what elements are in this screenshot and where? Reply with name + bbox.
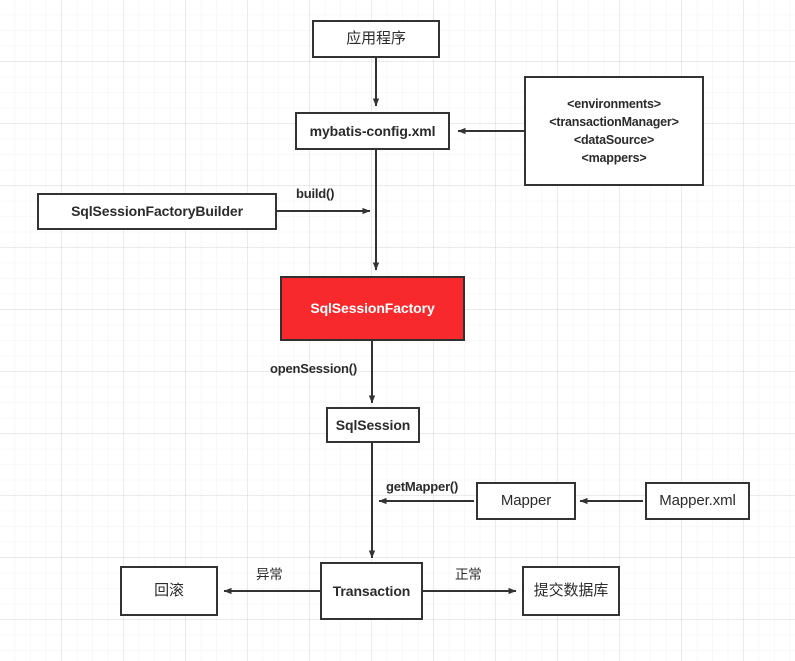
node-sqlsessionfactorybuilder[interactable]: SqlSessionFactoryBuilder [37, 193, 277, 230]
node-rollback-label: 回滚 [154, 582, 184, 600]
node-rollback[interactable]: 回滚 [120, 566, 218, 616]
node-mybatis-config[interactable]: mybatis-config.xml [295, 112, 450, 150]
node-transaction[interactable]: Transaction [320, 562, 423, 620]
node-commit-database[interactable]: 提交数据库 [522, 566, 620, 616]
node-mapper-label: Mapper [500, 492, 552, 510]
edge-label-normal: 正常 [455, 567, 482, 582]
diagram-canvas: 应用程序 mybatis-config.xml <environments> <… [0, 0, 795, 661]
edge-label-build: build() [296, 186, 335, 201]
node-sqlsession-label: SqlSession [335, 416, 411, 433]
node-sqlsessionfactorybuilder-label: SqlSessionFactoryBuilder [71, 203, 243, 220]
edge-label-exception: 异常 [256, 567, 283, 582]
node-mybatis-config-label: mybatis-config.xml [309, 122, 436, 139]
node-xml-elements[interactable]: <environments> <transactionManager> <dat… [524, 76, 704, 186]
node-sqlsessionfactory[interactable]: SqlSessionFactory [280, 276, 465, 341]
node-mapper[interactable]: Mapper [476, 482, 576, 520]
node-sqlsession[interactable]: SqlSession [326, 407, 420, 443]
node-mapper-xml-label: Mapper.xml [659, 492, 736, 510]
edge-label-get-mapper: getMapper() [386, 479, 459, 494]
node-application[interactable]: 应用程序 [312, 20, 440, 58]
node-commit-database-label: 提交数据库 [533, 582, 609, 600]
node-sqlsessionfactory-label: SqlSessionFactory [310, 300, 435, 317]
node-mapper-xml[interactable]: Mapper.xml [645, 482, 750, 520]
node-transaction-label: Transaction [332, 582, 411, 599]
node-xml-elements-label: <environments> <transactionManager> <dat… [549, 96, 679, 166]
node-application-label: 应用程序 [346, 30, 406, 48]
edge-label-open-session: openSession() [270, 361, 357, 376]
